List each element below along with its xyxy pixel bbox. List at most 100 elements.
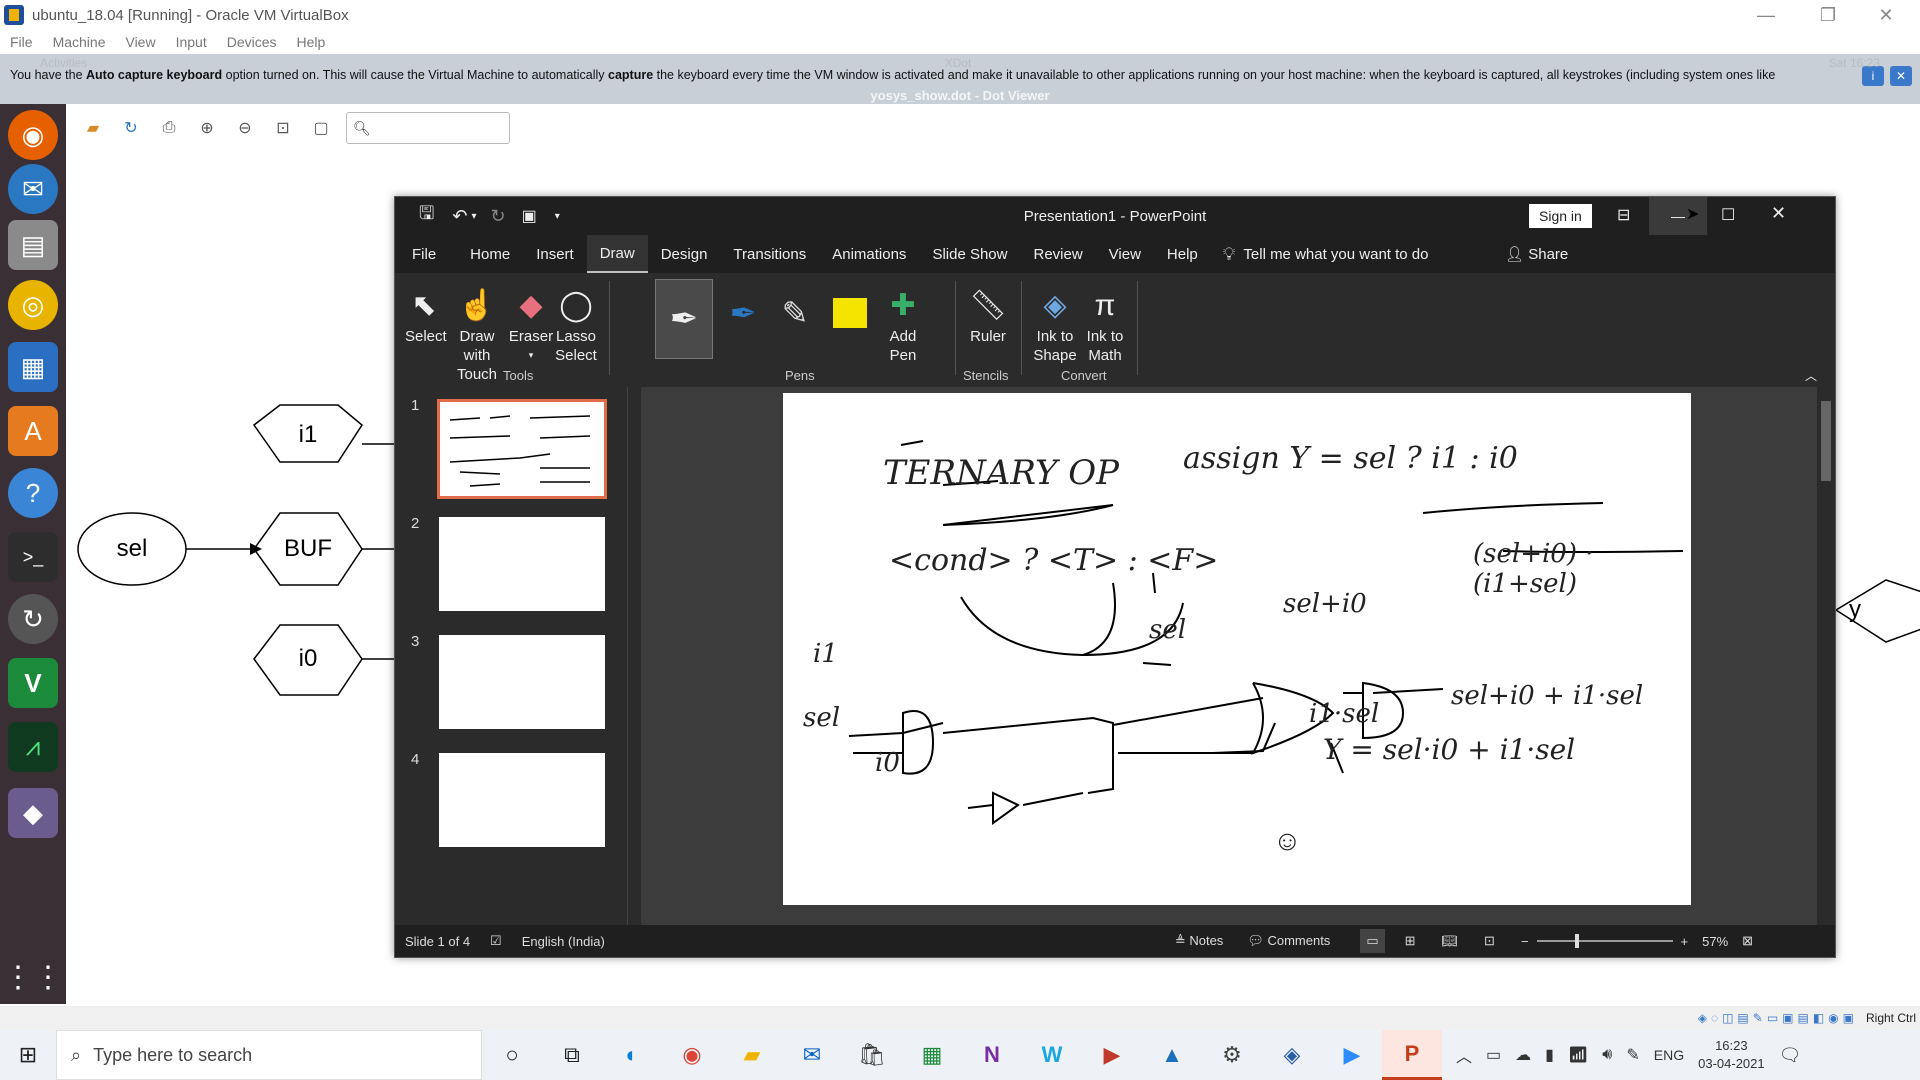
zoom-app-icon[interactable]: ▶ bbox=[1322, 1030, 1382, 1080]
notes-button[interactable]: ≜ Notes bbox=[1175, 933, 1224, 949]
zoom-100-icon[interactable]: ▢ bbox=[307, 114, 335, 142]
edge-icon[interactable]: ◐ bbox=[602, 1030, 662, 1080]
fit-slide-icon[interactable]: ⊠ bbox=[1742, 933, 1753, 949]
menu-devices[interactable]: Devices bbox=[227, 34, 277, 50]
software-updater-icon[interactable]: ↻ bbox=[8, 594, 58, 644]
ppt-close-icon[interactable]: ✕ bbox=[1771, 203, 1786, 224]
xdot-search-field[interactable]: 🔍︎ bbox=[346, 112, 510, 144]
ribbon-display-options-icon[interactable]: ⊟ bbox=[1617, 205, 1630, 225]
battery-icon[interactable]: ▮ bbox=[1545, 1045, 1554, 1065]
task-view-icon[interactable]: ⧉ bbox=[542, 1030, 602, 1080]
taskbar-clock[interactable]: 16:23 03-04-2021 bbox=[1698, 1037, 1765, 1073]
menu-machine[interactable]: Machine bbox=[53, 34, 106, 50]
thunderbird-icon[interactable]: ✉ bbox=[8, 164, 58, 214]
scrollbar-thumb[interactable] bbox=[1821, 401, 1831, 481]
software-center-icon[interactable]: A bbox=[8, 406, 58, 456]
zoom-level[interactable]: 57% bbox=[1702, 934, 1728, 949]
xdot-icon[interactable]: ◆ bbox=[8, 788, 58, 838]
customize-qat-icon[interactable]: ▾ bbox=[555, 211, 560, 222]
vm-device-icons[interactable]: ◈◌◫▤✎▭▣▤◧◉▣ bbox=[1698, 1011, 1858, 1025]
cortana-icon[interactable]: ○ bbox=[482, 1030, 542, 1080]
slide-sorter-icon[interactable]: ⊞ bbox=[1405, 933, 1416, 949]
ruler-button[interactable]: 📏︎ Ruler bbox=[963, 283, 1013, 346]
restore-icon[interactable]: ❐ bbox=[1800, 0, 1856, 30]
settings-gear-icon[interactable]: ⚙ bbox=[1202, 1030, 1262, 1080]
present-from-start-icon[interactable]: ▣ bbox=[522, 206, 537, 226]
add-pen-button[interactable]: ✚ Add Pen bbox=[881, 283, 925, 365]
slide-thumbnail-2[interactable] bbox=[439, 517, 605, 611]
undo-dropdown-icon[interactable]: ▾ bbox=[471, 211, 476, 222]
onedrive-icon[interactable]: ☁ bbox=[1515, 1045, 1531, 1065]
powerpoint-taskbar-icon[interactable]: P bbox=[1382, 1030, 1442, 1080]
collapse-ribbon-icon[interactable]: ︿ bbox=[1805, 367, 1817, 384]
menu-view[interactable]: View bbox=[125, 34, 155, 50]
tab-view[interactable]: View bbox=[1096, 235, 1154, 273]
files-icon[interactable]: ▤ bbox=[8, 220, 58, 270]
thumbnails-scrollbar[interactable] bbox=[627, 387, 641, 925]
maximize-icon[interactable]: ☐ bbox=[1721, 205, 1735, 225]
slide-thumbnail-1[interactable] bbox=[437, 399, 607, 499]
zoom-slider-thumb[interactable] bbox=[1574, 934, 1579, 948]
activities-button[interactable]: Activities bbox=[40, 56, 87, 70]
firefox-icon[interactable]: ◉ bbox=[8, 110, 58, 160]
windows-start-icon[interactable]: ⊞ bbox=[0, 1030, 56, 1080]
ink-to-math-button[interactable]: π Ink to Math bbox=[1081, 283, 1129, 365]
save-icon[interactable]: 🖫︎ bbox=[419, 201, 434, 231]
volume-icon[interactable]: 🔊︎ bbox=[1602, 1046, 1612, 1064]
menu-help[interactable]: Help bbox=[297, 34, 326, 50]
tab-help[interactable]: Help bbox=[1154, 235, 1211, 273]
pen-black[interactable]: ✒ bbox=[655, 279, 713, 359]
show-hidden-icons[interactable]: ︿ bbox=[1456, 1043, 1472, 1067]
zoom-slider[interactable] bbox=[1536, 934, 1673, 948]
ink-to-shape-button[interactable]: ◈ Ink to Shape bbox=[1031, 283, 1079, 365]
accessibility-icon[interactable]: ☑ bbox=[490, 933, 502, 949]
draw-with-touch-button[interactable]: ☝ Draw with Touch bbox=[445, 283, 509, 384]
zoom-in-icon[interactable]: ⊕ bbox=[193, 114, 221, 142]
tell-me-search[interactable]: Tell me what you want to do bbox=[1243, 246, 1428, 263]
redo-icon[interactable]: ↻ bbox=[490, 206, 505, 227]
chrome-icon[interactable]: ◉ bbox=[662, 1030, 722, 1080]
eraser-dropdown-icon[interactable]: ▾ bbox=[507, 346, 555, 365]
comments-button[interactable]: 💬︎ Comments bbox=[1247, 933, 1330, 949]
lasso-select-button[interactable]: ◯ Lasso Select bbox=[551, 283, 601, 365]
highlighter-yellow[interactable] bbox=[825, 283, 875, 343]
zoom-in-button[interactable]: + bbox=[1681, 934, 1689, 949]
spreadsheet-app-icon[interactable]: ▦ bbox=[902, 1030, 962, 1080]
slide-thumbnail-4[interactable] bbox=[439, 753, 605, 847]
rhythmbox-icon[interactable]: ◎ bbox=[8, 280, 58, 330]
store-icon[interactable]: 🛍︎ bbox=[842, 1030, 902, 1080]
tab-animations[interactable]: Animations bbox=[819, 235, 919, 273]
terminal-icon[interactable]: >_ bbox=[8, 532, 58, 582]
undo-icon[interactable]: ↶ bbox=[452, 206, 467, 227]
pen-blue[interactable]: ✒ bbox=[721, 283, 765, 343]
vim-icon[interactable]: V bbox=[8, 658, 58, 708]
file-explorer-icon[interactable]: ▰ bbox=[722, 1030, 782, 1080]
pen-workspace-icon[interactable]: ✎ bbox=[1626, 1045, 1639, 1065]
close-icon[interactable]: ✕ bbox=[1858, 0, 1914, 30]
video-editor-icon[interactable]: ▶ bbox=[1082, 1030, 1142, 1080]
slide-scrollbar[interactable] bbox=[1817, 387, 1835, 925]
reading-view-icon[interactable]: 📖︎ bbox=[1442, 933, 1459, 949]
tab-draw[interactable]: Draw bbox=[586, 235, 648, 273]
gtkwave-icon[interactable]: ⩘ bbox=[8, 722, 58, 772]
wifi-icon[interactable]: 📶︎ bbox=[1568, 1045, 1588, 1065]
libreoffice-writer-icon[interactable]: ▦ bbox=[8, 342, 58, 392]
normal-view-icon[interactable]: ▭ bbox=[1360, 929, 1385, 953]
action-center-icon[interactable]: 🗨︎ bbox=[1779, 1045, 1802, 1066]
tab-slide-show[interactable]: Slide Show bbox=[919, 235, 1020, 273]
select-tool-button[interactable]: ⬉ Select bbox=[405, 283, 447, 346]
mail-icon[interactable]: ✉ bbox=[782, 1030, 842, 1080]
share-button[interactable]: 👤︎ Share bbox=[1505, 245, 1568, 263]
onenote-icon[interactable]: N bbox=[962, 1030, 1022, 1080]
print-icon[interactable]: ⎙ bbox=[155, 114, 183, 142]
tab-transitions[interactable]: Transitions bbox=[720, 235, 819, 273]
photos-icon[interactable]: ▲ bbox=[1142, 1030, 1202, 1080]
tab-file[interactable]: File bbox=[399, 235, 449, 273]
slide-canvas[interactable]: TERNARY OP assign Y = sel ? i1 : i0 <con… bbox=[783, 393, 1691, 905]
taskbar-search-box[interactable]: ⌕ Type here to search bbox=[56, 1030, 482, 1080]
tab-design[interactable]: Design bbox=[648, 235, 721, 273]
menu-file[interactable]: File bbox=[10, 34, 33, 50]
reload-icon[interactable]: ↻ bbox=[117, 114, 145, 142]
meet-now-icon[interactable]: ▭ bbox=[1486, 1045, 1501, 1065]
sign-in-button[interactable]: Sign in bbox=[1529, 204, 1592, 228]
